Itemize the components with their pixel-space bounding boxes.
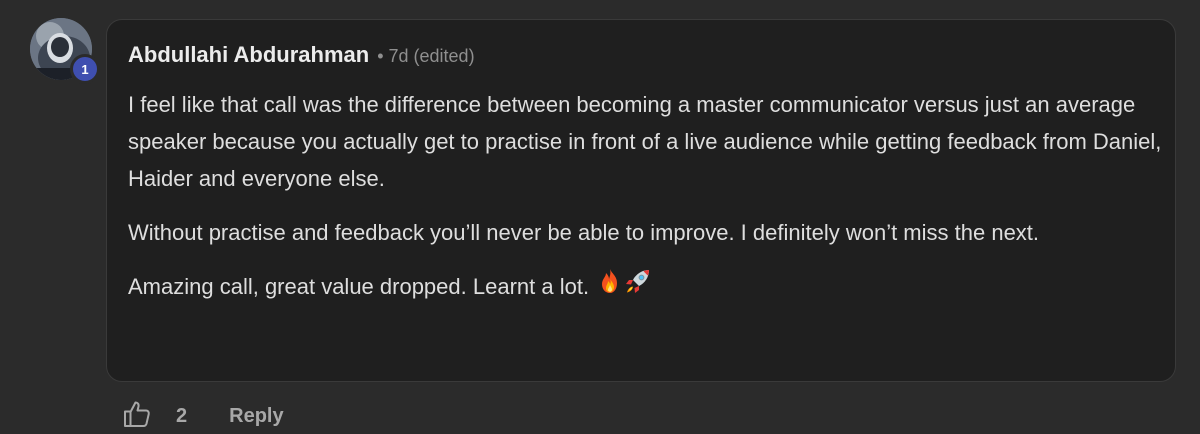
comment-paragraph: Amazing call, great value dropped. Learn… bbox=[128, 268, 1168, 308]
author-name[interactable]: Abdullahi Abdurahman bbox=[128, 42, 369, 68]
fire-icon bbox=[597, 268, 623, 305]
reply-button[interactable]: Reply bbox=[229, 405, 283, 428]
like-count: 2 bbox=[176, 404, 188, 427]
comment-thread: 1 Abdullahi Abdurahman • 7d (edited) I f… bbox=[0, 0, 1200, 434]
comment-paragraph-text: Amazing call, great value dropped. Learn… bbox=[128, 274, 590, 299]
edited-label: (edited) bbox=[413, 46, 475, 66]
comment-body: I feel like that call was the difference… bbox=[128, 86, 1168, 325]
author-avatar-container[interactable]: 1 bbox=[30, 18, 100, 84]
thumbs-up-icon[interactable] bbox=[122, 399, 152, 434]
separator-dot: • bbox=[377, 46, 384, 66]
comment-paragraph: I feel like that call was the difference… bbox=[128, 92, 1162, 191]
comment-card: Abdullahi Abdurahman • 7d (edited) I fee… bbox=[106, 19, 1176, 382]
timestamp[interactable]: 7d bbox=[389, 46, 409, 67]
comment-header: Abdullahi Abdurahman • 7d (edited) bbox=[128, 42, 475, 68]
like-button[interactable]: 2 bbox=[122, 399, 187, 434]
comment-paragraph: Without practise and feedback you’ll nev… bbox=[128, 220, 1040, 245]
level-badge: 1 bbox=[70, 54, 100, 84]
rocket-icon bbox=[624, 267, 652, 306]
comment-actions: 2 Reply bbox=[122, 400, 284, 432]
emoji-group bbox=[597, 267, 652, 306]
